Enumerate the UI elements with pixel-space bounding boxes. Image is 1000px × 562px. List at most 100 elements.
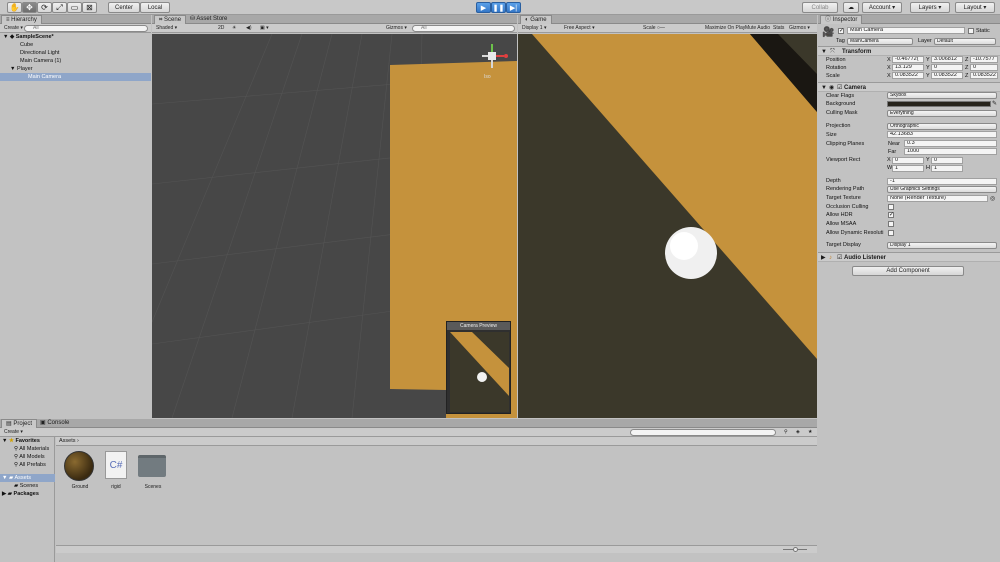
audio-listener-enabled-check-icon[interactable]: ☑ [837,254,842,262]
tab-inspector[interactable]: ⓘ Inspector [820,15,863,24]
clear-flags-dropdown[interactable]: Skybox [887,92,997,99]
favorite-all-prefabs[interactable]: ⚲ All Prefabs [0,461,55,469]
play-button[interactable]: ▶ [476,2,491,13]
background-color-field[interactable] [887,101,991,107]
packages-folder-item[interactable]: ▶ ▰ Packages [0,490,55,498]
maximize-on-play-toggle[interactable]: Maximize On Play [703,25,747,32]
scale-tool-button[interactable]: ⤢ [52,2,67,13]
scale-slider[interactable]: Scale ○— [641,25,667,32]
audio-toggle[interactable]: ◀) [244,25,254,32]
occlusion-culling-checkbox[interactable] [888,204,894,210]
transform-tool-button[interactable]: ⊠ [82,2,97,13]
hierarchy-item-scene[interactable]: ▼ ◆ SampleScene* [0,33,151,41]
size-field[interactable]: 42.13683 [887,131,997,138]
eyedropper-icon[interactable]: ✎ [992,100,997,107]
tab-scene[interactable]: ⌗ Scene [154,15,187,24]
assets-folder-item[interactable]: ▼ ▰ Assets [0,474,55,482]
asset-ground[interactable]: Ground [64,451,96,491]
hierarchy-item-main-camera-1[interactable]: Main Camera (1) [0,57,151,65]
effects-dropdown[interactable]: ▣ ▾ [258,25,271,32]
asset-scenes-folder[interactable]: Scenes [138,451,168,491]
lighting-toggle[interactable]: ☀ [230,25,238,32]
project-breadcrumb[interactable]: Assets › [56,437,817,446]
favorite-button[interactable]: ★ [806,429,814,436]
favorite-all-models[interactable]: ⚲ All Models [0,453,55,461]
favorites-item[interactable]: ▼ ★ Favorites [0,437,55,445]
tab-hierarchy[interactable]: ≡ Hierarchy [1,15,42,24]
target-texture-field[interactable]: None (Render Texture) [887,195,988,202]
rect-tool-button[interactable]: ▭ [67,2,82,13]
account-dropdown[interactable]: Account ▾ [862,2,902,13]
far-field[interactable]: 1000 [904,148,997,155]
filter-label-button[interactable]: ◈ [794,429,802,436]
aspect-dropdown[interactable]: Free Aspect ▾ [562,25,636,32]
project-search-input[interactable] [630,429,776,436]
scene-orientation-gizmo[interactable]: Iso [478,40,512,82]
target-display-dropdown[interactable]: Display 1 [887,242,997,249]
2d-toggle[interactable]: 2D [216,25,226,32]
scale-y-field[interactable]: 0.083522 [931,72,963,79]
pivot-local-button[interactable]: Local [140,2,170,13]
projection-dropdown[interactable]: Orthographic [887,123,997,130]
position-y-field[interactable]: 3.006812 [931,56,963,63]
static-checkbox[interactable] [968,28,974,34]
hierarchy-item-player[interactable]: ▼ Player [0,65,151,73]
allow-hdr-checkbox[interactable]: ✓ [888,212,894,218]
object-picker-icon[interactable]: ◎ [990,195,995,202]
move-tool-button[interactable]: ✥ [22,2,37,13]
step-button[interactable]: ▶| [506,2,521,13]
layout-dropdown[interactable]: Layout ▾ [955,2,995,13]
scene-search-input[interactable]: All [412,25,515,32]
position-z-field[interactable]: -10.7577 [970,56,998,63]
tag-dropdown[interactable]: MainCamera [847,38,913,45]
object-active-checkbox[interactable]: ✓ [838,28,844,34]
viewport-h-field[interactable]: 1 [931,165,963,172]
mute-audio-toggle[interactable]: Mute Audio [743,25,772,32]
tab-console[interactable]: ▣ Console [36,419,73,428]
hand-tool-button[interactable]: ✋ [7,2,22,13]
pivot-center-button[interactable]: Center [108,2,140,13]
hierarchy-item-main-camera[interactable]: Main Camera [0,73,151,81]
object-name-input[interactable]: Main Camera [847,27,965,34]
audio-listener-header[interactable]: ▶ ♪ ☑ Audio Listener [818,252,1000,262]
rotation-x-field[interactable]: 13.129 [892,64,924,71]
culling-mask-dropdown[interactable]: Everything [887,110,997,117]
tab-project[interactable]: ▤ Project [1,419,38,428]
camera-header[interactable]: ▼ ◉ ☑ Camera [818,82,1000,92]
rendering-path-dropdown[interactable]: Use Graphics Settings [887,186,997,193]
stats-toggle[interactable]: Stats [771,25,786,32]
game-gizmos-dropdown[interactable]: Gizmos ▾ [787,25,812,32]
favorite-all-materials[interactable]: ⚲ All Materials [0,445,55,453]
position-x-field[interactable]: -0.46772( [892,56,924,63]
display-dropdown[interactable]: Display 1 ▾ [520,25,558,32]
near-field[interactable]: 0.3 [904,140,997,147]
layer-dropdown[interactable]: Default [934,38,996,45]
project-create-button[interactable]: Create ▾ [2,429,25,436]
allow-msaa-checkbox[interactable] [888,221,894,227]
tab-game[interactable]: ◐ Game [520,15,552,24]
add-component-button[interactable]: Add Component [852,266,964,276]
camera-enabled-check-icon[interactable]: ☑ [837,84,842,92]
scale-x-field[interactable]: 0.083522 [892,72,924,79]
pause-button[interactable]: ❚❚ [491,2,506,13]
hierarchy-create-button[interactable]: Create ▾ [2,25,25,32]
hierarchy-search-input[interactable]: All [24,25,148,32]
scene-viewport[interactable]: Iso Camera Preview [152,34,517,418]
hierarchy-item-directional-light[interactable]: Directional Light [0,49,151,57]
viewport-x-field[interactable]: 0 [892,157,924,164]
collab-button[interactable]: Collab [802,2,838,13]
rotation-z-field[interactable]: 0 [970,64,998,71]
transform-header[interactable]: ▼ ⤧ Transform [818,46,1000,56]
scale-z-field[interactable]: 0.083522 [970,72,998,79]
asset-rigid[interactable]: C# rigid [103,451,129,491]
hierarchy-item-cube[interactable]: Cube [0,41,151,49]
viewport-y-field[interactable]: 0 [931,157,963,164]
filter-type-button[interactable]: ⚲ [782,429,790,436]
game-viewport[interactable] [518,34,817,418]
icon-size-slider-thumb[interactable] [793,547,798,552]
viewport-w-field[interactable]: 1 [892,165,924,172]
tab-asset-store[interactable]: ⛁ Asset Store [186,15,231,24]
layers-dropdown[interactable]: Layers ▾ [910,2,950,13]
cloud-button[interactable]: ☁ [843,2,859,13]
shading-mode-dropdown[interactable]: Shaded ▾ [154,25,204,32]
